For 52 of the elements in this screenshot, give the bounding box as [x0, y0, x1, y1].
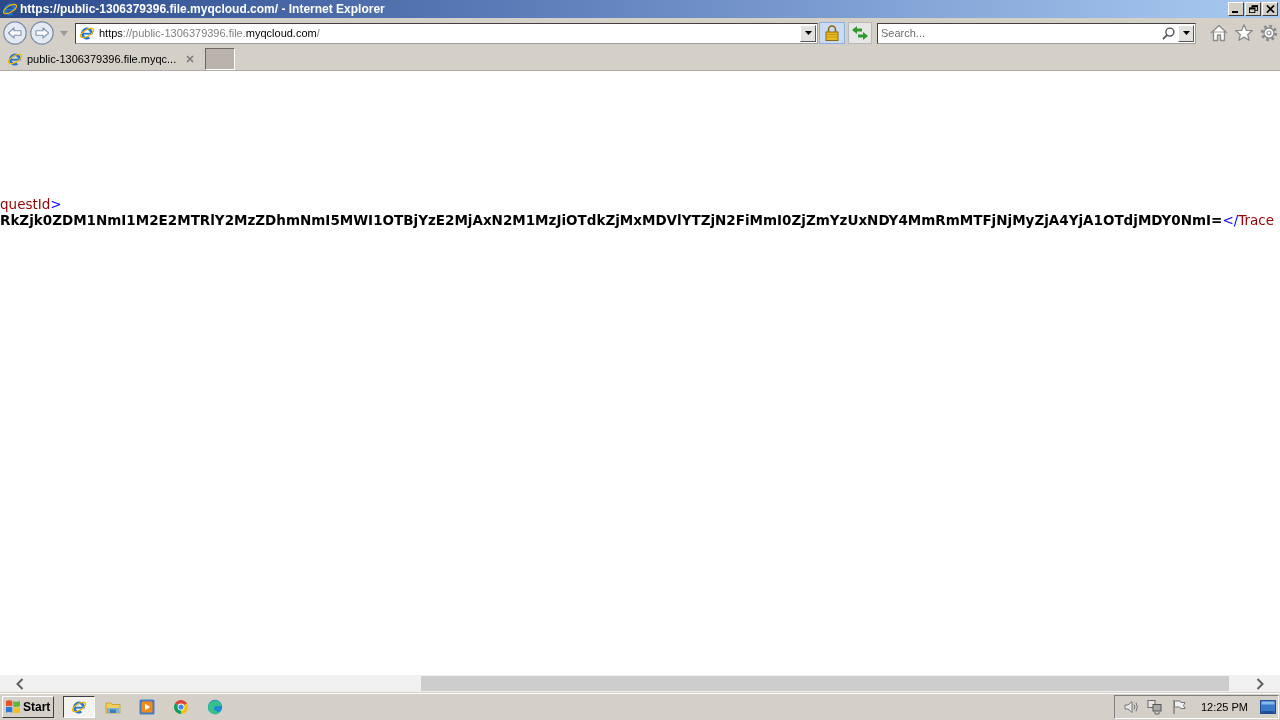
address-field[interactable]: https://public-1306379396.file.myqcloud.com/: [75, 22, 818, 44]
favorites-star-icon[interactable]: [1235, 24, 1253, 42]
search-field[interactable]: Search...: [877, 22, 1196, 44]
close-tab-button[interactable]: [184, 53, 197, 65]
xml-line: questId>: [0, 196, 62, 212]
clock-time[interactable]: 12:25 PM: [1200, 701, 1248, 713]
page-icon: [7, 51, 23, 67]
network-icon[interactable]: [1146, 699, 1163, 715]
compatibility-button[interactable]: [848, 22, 872, 44]
search-icon[interactable]: [1162, 26, 1175, 40]
show-desktop-icon[interactable]: [1260, 700, 1276, 714]
flag-icon[interactable]: [1170, 699, 1187, 715]
new-tab-button[interactable]: [205, 48, 236, 70]
start-button[interactable]: Start: [2, 696, 55, 718]
close-icon: [186, 55, 195, 63]
speaker-icon[interactable]: [1122, 699, 1139, 715]
back-button[interactable]: [3, 21, 27, 45]
minimize-button[interactable]: [1228, 2, 1244, 16]
browser-logo-icon: [2, 1, 18, 17]
restore-icon: [1248, 5, 1258, 13]
caret-icon: [804, 31, 812, 35]
folder-icon: [105, 699, 122, 715]
dropdown-arrow-icon[interactable]: [60, 30, 68, 36]
restore-button[interactable]: [1245, 2, 1261, 16]
edge-browser-icon: [207, 699, 224, 715]
security-lock-button[interactable]: [819, 22, 845, 44]
scroll-left-icon[interactable]: [16, 677, 24, 690]
padlock-icon: [825, 25, 839, 41]
swap-arrows-icon: [852, 26, 868, 40]
horizontal-scrollbar[interactable]: [0, 675, 1280, 692]
forward-button[interactable]: [30, 21, 54, 45]
search-input[interactable]: Search...: [881, 24, 1159, 42]
settings-icon[interactable]: [1260, 24, 1278, 42]
minimize-icon: [1231, 11, 1238, 13]
url-text: https://public-1306379396.file.myqcloud.com/: [99, 27, 321, 39]
chrome-browser-icon: [173, 699, 190, 715]
close-icon: [1265, 5, 1275, 13]
tab-title: public-1306379396.file.myqc...: [27, 53, 177, 65]
dropdown-button[interactable]: [800, 24, 816, 42]
media-player-icon: [139, 699, 156, 715]
search-dropdown-button[interactable]: [1178, 24, 1194, 42]
browser-logo-icon: [71, 699, 88, 715]
scrollbar-thumb[interactable]: [421, 676, 1229, 691]
home-icon[interactable]: [1210, 24, 1228, 42]
caret-icon: [1182, 31, 1190, 35]
taskbar-app-button[interactable]: [63, 696, 96, 718]
close-button[interactable]: [1262, 2, 1278, 16]
page-icon: [79, 25, 95, 41]
window-title: https://public-1306379396.file.myqcloud.com/ - Internet Explorer: [20, 2, 385, 16]
xml-line: RkZjk0ZDM1NmI1M2E2MTRlY2MzZDhmNmI5MWI1OTBjYzE2MjAxN2M1MzJiOTdkZjMxMDVlYTZjN2FiMmI0ZjZmYzUxNDY4MmRmMTFjNjMyZjA4YjA1OTdjMDY0NmI=</Trace: [0, 212, 1275, 228]
scroll-right-icon[interactable]: [1256, 677, 1264, 690]
windows-flag-icon: [5, 699, 21, 715]
